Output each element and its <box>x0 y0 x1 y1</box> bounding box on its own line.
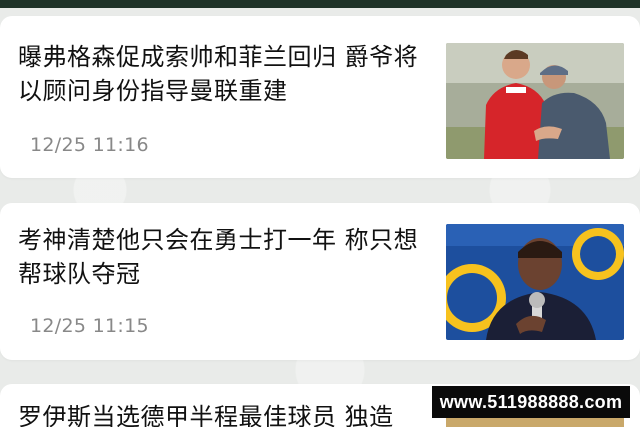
press-conference-image <box>446 224 624 340</box>
watermark: www.511988888.com <box>432 386 630 418</box>
news-thumbnail[interactable] <box>446 43 624 159</box>
news-title[interactable]: 考神清楚他只会在勇士打一年 称只想帮球队夺冠 <box>18 223 428 291</box>
news-card[interactable]: 考神清楚他只会在勇士打一年 称只想帮球队夺冠 12/25 11:15 <box>0 203 640 360</box>
news-timestamp: 12/25 11:16 <box>30 134 149 156</box>
top-bar <box>0 0 640 8</box>
news-title[interactable]: 罗伊斯当选德甲半程最佳球员 独造 <box>18 400 448 427</box>
news-timestamp: 12/25 11:15 <box>30 315 149 337</box>
training-photo-image <box>446 43 624 159</box>
news-thumbnail[interactable] <box>446 224 624 340</box>
news-title[interactable]: 曝弗格森促成索帅和菲兰回归 爵爷将以顾问身份指导曼联重建 <box>18 40 428 108</box>
news-card[interactable]: 曝弗格森促成索帅和菲兰回归 爵爷将以顾问身份指导曼联重建 12/25 11:16 <box>0 16 640 178</box>
